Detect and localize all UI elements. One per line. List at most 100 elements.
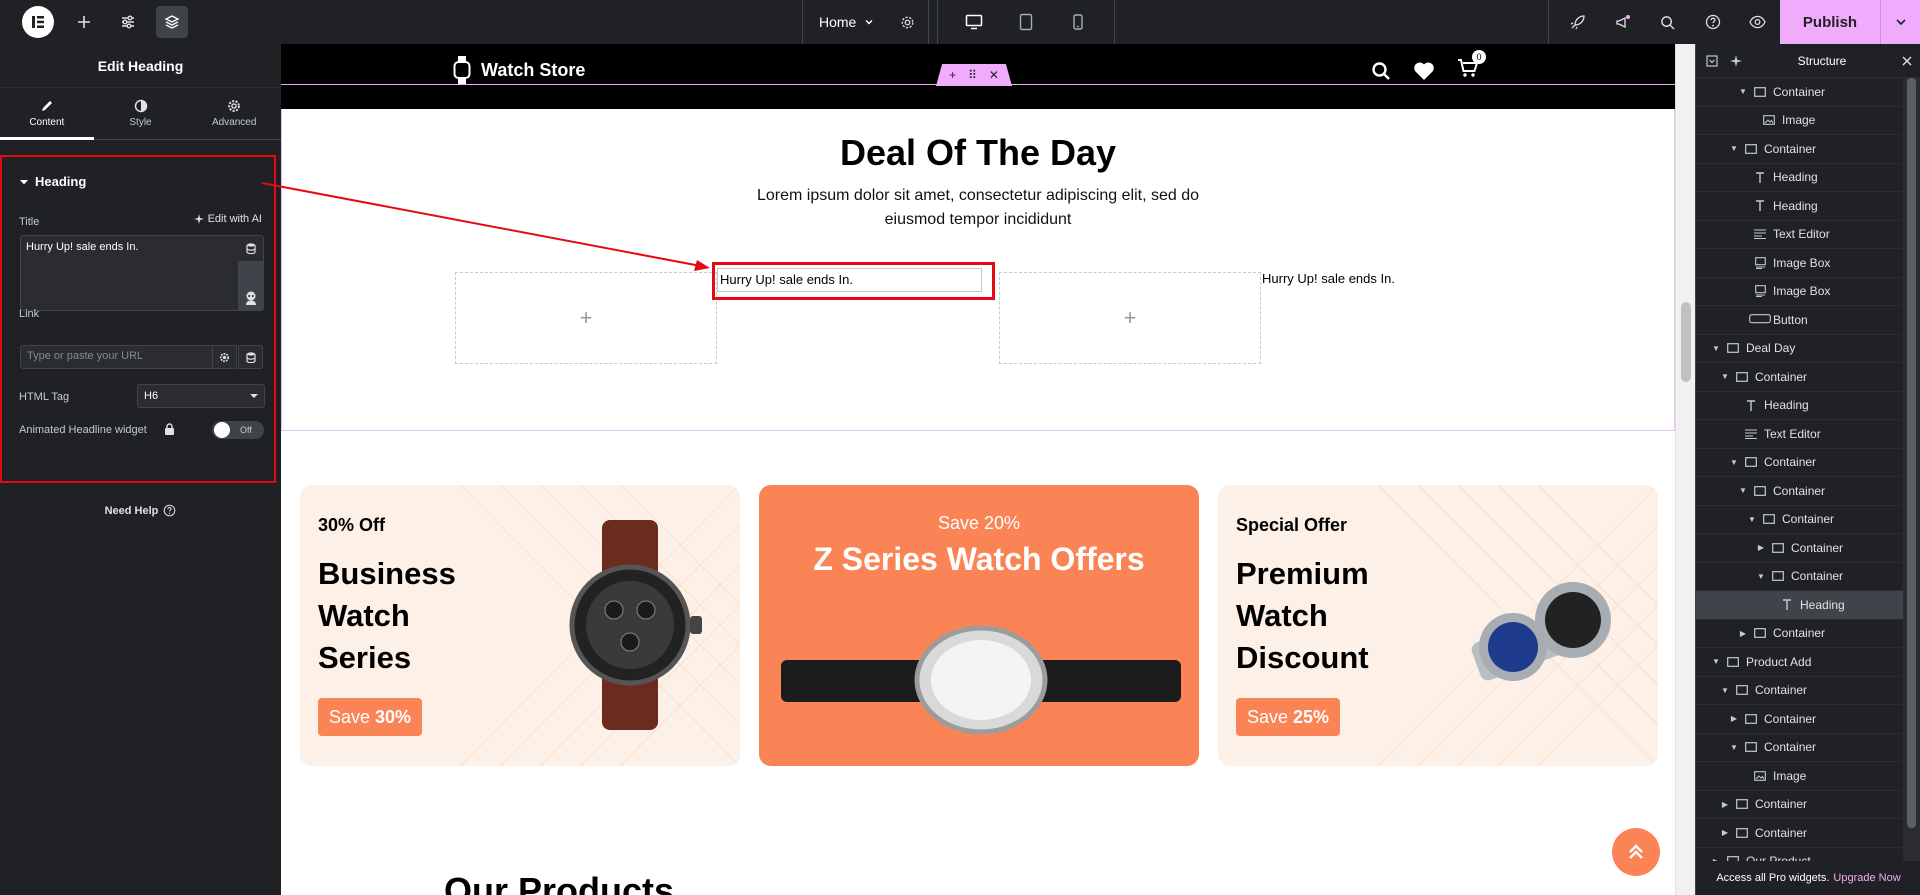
offer-card[interactable]: 30% Off Business Watch Series Save 30% [300, 485, 740, 766]
structure-row[interactable]: Image [1696, 107, 1904, 135]
collapse-all-icon[interactable] [1706, 54, 1718, 67]
close-icon[interactable] [1902, 56, 1912, 66]
products-title[interactable]: Our Products [444, 870, 674, 895]
structure-row[interactable]: Text Editor [1696, 420, 1904, 449]
caret-down-icon[interactable]: ▼ [1710, 657, 1722, 666]
caret-down-icon[interactable]: ▼ [1737, 87, 1749, 96]
caret-right-icon[interactable]: ▶ [1755, 543, 1767, 552]
site-settings-icon[interactable] [106, 0, 150, 44]
publish-options-chevron-icon[interactable] [1880, 0, 1920, 44]
cart-button[interactable]: 0 [1457, 50, 1486, 83]
caret-down-icon[interactable]: ▼ [1755, 572, 1767, 581]
heart-icon[interactable] [1413, 61, 1435, 81]
structure-row[interactable]: Image Box [1696, 249, 1904, 278]
tablet-icon[interactable] [1000, 0, 1052, 44]
structure-row[interactable]: ▼ Container [1696, 677, 1904, 705]
structure-row[interactable]: Image Box [1696, 278, 1904, 306]
canvas-scrollbar[interactable] [1675, 44, 1695, 895]
heading-section-toggle[interactable]: Heading [20, 174, 86, 189]
structure-row[interactable]: ▼ Container [1696, 506, 1904, 534]
link-dynamic-database-icon[interactable] [238, 345, 263, 369]
elementor-logo-icon[interactable] [22, 6, 54, 38]
search-icon[interactable] [1645, 0, 1690, 44]
structure-row[interactable]: ▼ Container [1696, 135, 1904, 164]
selected-heading[interactable]: Hurry Up! sale ends In. [717, 268, 982, 292]
animated-headline-toggle[interactable]: Off [212, 421, 264, 439]
caret-down-icon[interactable]: ▼ [1728, 458, 1740, 467]
structure-layers-icon[interactable] [156, 6, 188, 38]
ai-sparkle-icon[interactable] [1730, 54, 1742, 67]
deal-title[interactable]: Deal Of The Day [281, 132, 1675, 174]
site-brand[interactable]: Watch Store [453, 56, 585, 84]
link-url-input[interactable]: Type or paste your URL [20, 345, 214, 369]
link-options-gear-icon[interactable] [212, 345, 237, 369]
edit-with-ai-button[interactable]: Edit with AI [193, 213, 262, 225]
title-textarea[interactable]: Hurry Up! sale ends In. [20, 235, 240, 311]
caret-right-icon[interactable]: ▶ [1719, 828, 1731, 837]
desktop-icon[interactable] [948, 0, 1000, 44]
whats-new-megaphone-icon[interactable] [1600, 0, 1645, 44]
preview-eye-icon[interactable] [1735, 0, 1780, 44]
offer-card[interactable]: Special Offer Premium Watch Discount Sav… [1218, 485, 1658, 766]
structure-row[interactable]: Heading [1696, 164, 1904, 192]
caret-down-icon[interactable]: ▼ [1728, 144, 1740, 153]
drag-handle-icon[interactable]: ⠿ [968, 68, 977, 82]
dynamic-tags-database-icon[interactable] [238, 236, 263, 262]
structure-scroll-thumb[interactable] [1907, 78, 1916, 828]
deal-description[interactable]: Lorem ipsum dolor sit amet, consectetur … [728, 184, 1228, 232]
caret-down-icon[interactable]: ▼ [1719, 686, 1731, 695]
structure-row[interactable]: ▼ Container [1696, 734, 1904, 762]
caret-down-icon[interactable]: ▼ [1746, 515, 1758, 524]
add-element-icon[interactable] [62, 0, 106, 44]
structure-row[interactable]: ▼ Container [1696, 78, 1904, 107]
structure-row[interactable]: Heading [1696, 392, 1904, 420]
section-handle[interactable]: + ⠿ ✕ [936, 64, 1012, 86]
structure-row[interactable]: ▶ Container [1696, 819, 1904, 848]
caret-down-icon[interactable]: ▼ [1710, 344, 1722, 353]
offer-card[interactable]: Save 20% Z Series Watch Offers [759, 485, 1199, 766]
tab-content[interactable]: Content [0, 88, 94, 140]
structure-row[interactable]: Button [1696, 306, 1904, 335]
structure-row[interactable]: ▼ Container [1696, 363, 1904, 392]
search-icon[interactable] [1371, 61, 1391, 81]
scroll-to-top-button[interactable] [1612, 828, 1660, 876]
structure-row[interactable]: ▼ Container [1696, 563, 1904, 591]
html-tag-select[interactable]: H6 [137, 384, 265, 408]
structure-row[interactable]: ▼ Product Add [1696, 648, 1904, 677]
caret-down-icon[interactable]: ▼ [1719, 372, 1731, 381]
scroll-thumb[interactable] [1681, 302, 1691, 382]
structure-row[interactable]: ▶ Our Product [1696, 848, 1904, 862]
publish-button[interactable]: Publish [1780, 0, 1920, 44]
caret-right-icon[interactable]: ▶ [1728, 714, 1740, 723]
structure-scrollbar[interactable] [1903, 78, 1920, 862]
add-section-icon[interactable]: + [949, 68, 956, 82]
structure-row[interactable]: ▶ Container [1696, 620, 1904, 648]
empty-container[interactable]: + [999, 272, 1261, 364]
add-widget-plus-icon[interactable]: + [580, 305, 593, 331]
empty-container[interactable]: + [455, 272, 717, 364]
caret-down-icon[interactable]: ▼ [1737, 486, 1749, 495]
need-help-link[interactable]: Need Help [0, 504, 281, 517]
mobile-icon[interactable] [1052, 0, 1104, 44]
delete-section-icon[interactable]: ✕ [989, 68, 999, 82]
structure-row[interactable]: Heading [1696, 591, 1904, 620]
structure-row[interactable]: ▼ Container [1696, 449, 1904, 477]
tab-advanced[interactable]: Advanced [187, 88, 281, 139]
structure-row[interactable]: ▶ Container [1696, 705, 1904, 734]
structure-row[interactable]: ▼ Container [1696, 477, 1904, 506]
add-widget-plus-icon[interactable]: + [1124, 305, 1137, 331]
structure-row[interactable]: ▼ Deal Day [1696, 335, 1904, 363]
rocket-icon[interactable] [1555, 0, 1600, 44]
caret-right-icon[interactable]: ▶ [1737, 629, 1749, 638]
caret-right-icon[interactable]: ▶ [1719, 800, 1731, 809]
ai-avatar-icon[interactable] [238, 262, 263, 310]
help-icon[interactable] [1690, 0, 1735, 44]
page-selector[interactable]: Home [802, 0, 930, 44]
page-settings-gear-icon[interactable] [886, 0, 928, 44]
structure-row[interactable]: ▶ Container [1696, 534, 1904, 563]
tab-style[interactable]: Style [94, 88, 188, 139]
upgrade-now-link[interactable]: Upgrade Now [1833, 872, 1900, 884]
structure-row[interactable]: ▶ Container [1696, 791, 1904, 819]
heading-text[interactable]: Hurry Up! sale ends In. [1262, 271, 1395, 286]
structure-row[interactable]: Image [1696, 762, 1904, 791]
